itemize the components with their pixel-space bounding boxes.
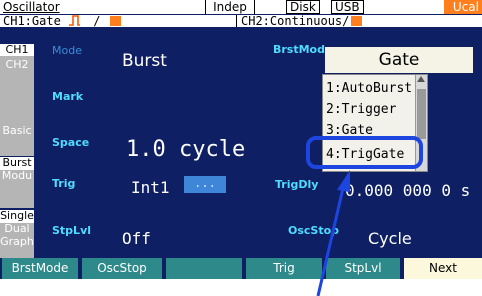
annotation-arrow-icon xyxy=(316,170,350,296)
